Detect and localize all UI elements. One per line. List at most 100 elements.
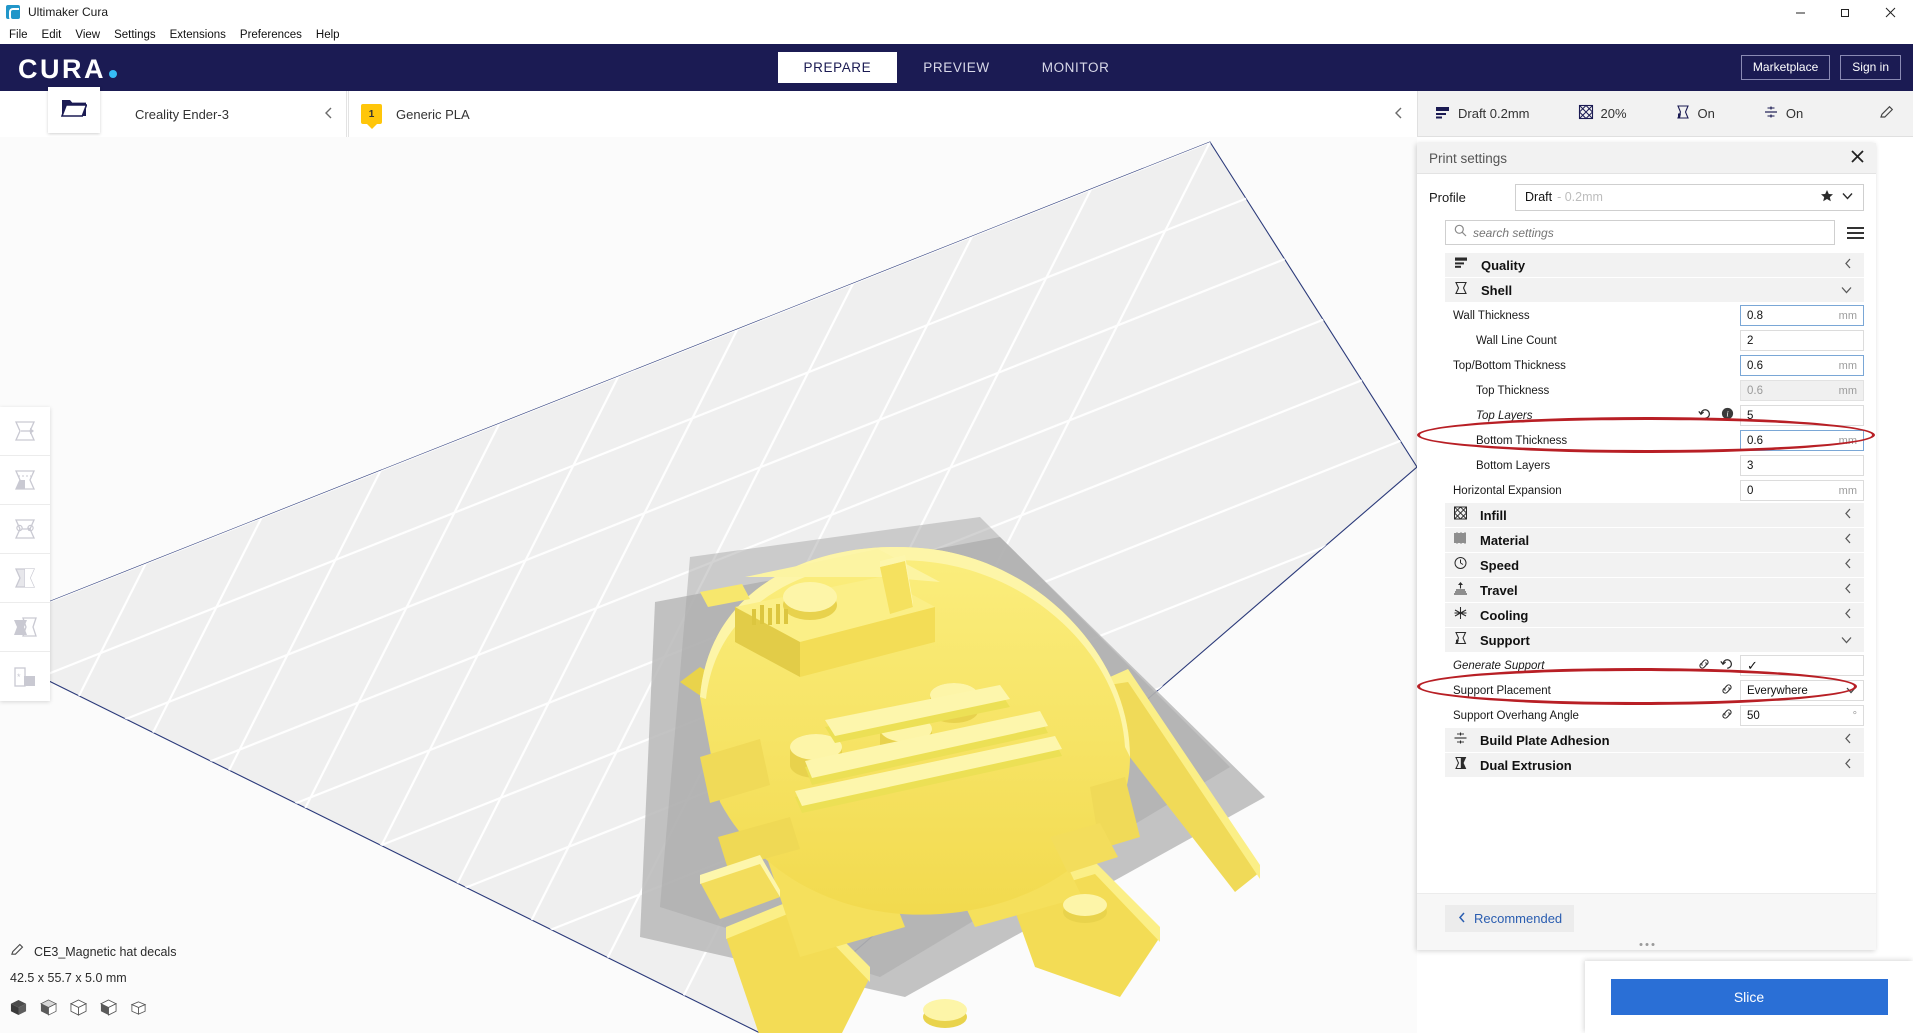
close-icon[interactable] (1868, 0, 1913, 25)
setting-bottom-layers-label: Bottom Layers (1476, 459, 1551, 472)
link-icon-overhang[interactable] (1720, 707, 1734, 725)
setting-wall-thickness-value: 0.8 (1747, 309, 1763, 322)
compatibility-view-icon[interactable] (99, 999, 118, 1021)
summary-infill[interactable]: 20% (1578, 104, 1627, 123)
setting-wall-thickness-unit: mm (1838, 309, 1857, 322)
summary-adhesion[interactable]: On (1763, 104, 1803, 123)
link-icon[interactable] (1697, 657, 1711, 675)
setting-bottom-thickness-field[interactable]: 0.6 mm (1740, 430, 1864, 451)
chevron-down-icon-shell[interactable] (1840, 283, 1853, 298)
setting-support-placement-select[interactable]: Everywhere (1740, 680, 1864, 701)
material-selector[interactable]: 1 Generic PLA (348, 91, 1416, 137)
category-support[interactable]: Support (1445, 628, 1864, 653)
per-model-settings-tool-icon[interactable] (0, 603, 50, 652)
simulation-view-icon[interactable] (130, 999, 147, 1021)
setting-horizontal-expansion-field[interactable]: 0 mm (1740, 480, 1864, 501)
chevron-left-icon-material[interactable] (1393, 106, 1404, 123)
profile-selector[interactable]: Draft - 0.2mm (1515, 183, 1864, 211)
setting-bottom-thickness-value: 0.6 (1747, 434, 1763, 447)
category-build-plate-adhesion[interactable]: Build Plate Adhesion (1445, 728, 1864, 753)
category-speed[interactable]: Speed (1445, 553, 1864, 578)
search-settings-box[interactable] (1445, 220, 1835, 245)
revert-icon-support[interactable] (1720, 657, 1734, 675)
move-tool-icon[interactable] (0, 407, 50, 456)
chevron-left-icon-adhesion[interactable] (1843, 732, 1853, 748)
chevron-left-icon-travel[interactable] (1843, 582, 1853, 598)
star-icon[interactable] (1820, 189, 1834, 206)
profile-row: Profile Draft - 0.2mm (1417, 174, 1876, 220)
chevron-left-icon-material[interactable] (1843, 532, 1853, 548)
tab-preview[interactable]: PREVIEW (897, 52, 1015, 83)
menu-extensions[interactable]: Extensions (163, 28, 233, 42)
category-cooling[interactable]: Cooling (1445, 603, 1864, 628)
machine-selector[interactable]: Creality Ender-3 (110, 91, 347, 137)
category-dual-extrusion[interactable]: Dual Extrusion (1445, 753, 1864, 778)
summary-support[interactable]: On (1675, 104, 1715, 123)
setting-top-layers-field[interactable]: 5 (1740, 405, 1864, 426)
tab-prepare[interactable]: PREPARE (777, 52, 898, 83)
chevron-left-icon-speed[interactable] (1843, 557, 1853, 573)
3d-viewport[interactable]: * CE3_Magnetic hat decals 42.5 x 55.7 x … (0, 137, 1417, 1033)
menu-view[interactable]: View (68, 28, 107, 42)
category-material[interactable]: Material (1445, 528, 1864, 553)
setting-generate-support: Generate Support ✓ (1445, 653, 1864, 678)
panel-resize-grip[interactable] (1639, 943, 1654, 946)
category-quality[interactable]: Quality (1445, 253, 1864, 278)
category-shell[interactable]: Shell (1445, 278, 1864, 303)
chevron-left-icon-cooling[interactable] (1843, 607, 1853, 623)
menu-help[interactable]: Help (309, 28, 347, 42)
chevron-down-icon-placement[interactable] (1845, 684, 1857, 698)
marketplace-button[interactable]: Marketplace (1740, 55, 1831, 80)
mirror-tool-icon[interactable] (0, 554, 50, 603)
setting-top-bottom-thickness: Top/Bottom Thickness 0.6 mm (1445, 353, 1864, 378)
maximize-icon[interactable] (1823, 0, 1868, 25)
menu-file[interactable]: File (2, 28, 35, 42)
model-name-row[interactable]: CE3_Magnetic hat decals (10, 942, 176, 962)
setting-support-overhang-angle-field[interactable]: 50 ° (1740, 705, 1864, 726)
menu-edit[interactable]: Edit (35, 28, 69, 42)
chevron-left-icon-infill[interactable] (1843, 507, 1853, 523)
layer-view-icon[interactable] (69, 999, 88, 1021)
stage-tabs: PREPARE PREVIEW MONITOR (0, 44, 1913, 91)
setting-wall-line-count-field[interactable]: 2 (1740, 330, 1864, 351)
info-icon[interactable]: i (1721, 407, 1734, 425)
chevron-left-icon-dual[interactable] (1843, 757, 1853, 773)
chevron-down-icon-profile[interactable] (1841, 190, 1854, 204)
recommended-mode-button[interactable]: Recommended (1445, 905, 1575, 932)
hamburger-menu-icon[interactable] (1847, 226, 1864, 239)
scale-tool-icon[interactable] (0, 456, 50, 505)
solid-view-icon[interactable] (10, 999, 27, 1021)
search-input[interactable] (1473, 225, 1826, 240)
chevron-left-icon-quality[interactable] (1843, 257, 1853, 273)
setting-wall-thickness-field[interactable]: 0.8 mm (1740, 305, 1864, 326)
category-infill[interactable]: Infill (1445, 503, 1864, 528)
setting-horizontal-expansion-unit: mm (1838, 484, 1857, 497)
signin-button[interactable]: Sign in (1840, 55, 1901, 80)
print-settings-summary[interactable]: Draft 0.2mm 20% On On (1417, 91, 1913, 137)
xray-view-icon[interactable] (40, 999, 57, 1021)
revert-icon[interactable] (1698, 407, 1712, 425)
setting-top-bottom-thickness-field[interactable]: 0.6 mm (1740, 355, 1864, 376)
rotate-tool-icon[interactable] (0, 505, 50, 554)
summary-layer-height[interactable]: Draft 0.2mm (1434, 105, 1530, 123)
close-icon-panel[interactable] (1851, 149, 1864, 167)
link-icon-placement[interactable] (1720, 682, 1734, 700)
chevron-left-icon[interactable] (323, 106, 334, 123)
slice-button[interactable]: Slice (1610, 979, 1888, 1015)
setting-top-bottom-thickness-unit: mm (1838, 359, 1857, 372)
setting-generate-support-checkbox[interactable]: ✓ (1740, 655, 1864, 676)
print-settings-footer: Recommended (1417, 893, 1876, 950)
minimize-icon[interactable] (1778, 0, 1823, 25)
category-travel[interactable]: Travel (1445, 578, 1864, 603)
menu-preferences[interactable]: Preferences (233, 28, 309, 42)
support-blocker-tool-icon[interactable]: * (0, 652, 50, 701)
menu-settings[interactable]: Settings (107, 28, 163, 42)
setting-top-thickness-field[interactable]: 0.6 mm (1740, 380, 1864, 401)
open-file-button[interactable] (48, 87, 100, 133)
chevron-down-icon-support[interactable] (1840, 633, 1853, 648)
setting-bottom-layers-field[interactable]: 3 (1740, 455, 1864, 476)
pencil-icon-model[interactable] (10, 942, 25, 962)
edit-settings-button[interactable] (1879, 104, 1895, 123)
setting-support-overhang-angle: Support Overhang Angle 50 ° (1445, 703, 1864, 728)
tab-monitor[interactable]: MONITOR (1016, 52, 1136, 83)
